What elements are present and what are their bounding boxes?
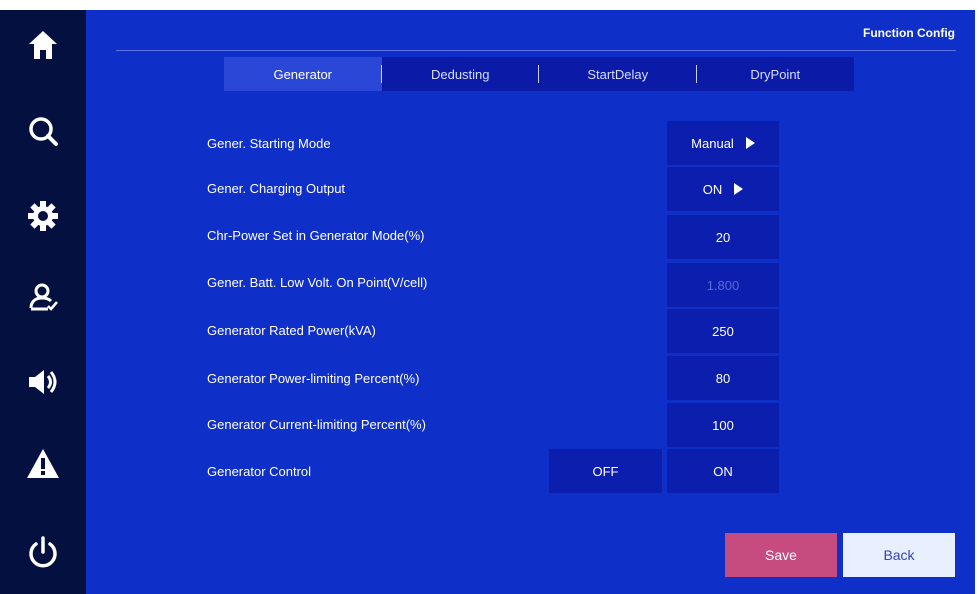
generator-on-button[interactable]: ON bbox=[667, 449, 779, 493]
sidebar bbox=[0, 10, 86, 594]
page-title: Function Config bbox=[863, 26, 955, 40]
user-icon[interactable] bbox=[20, 274, 66, 320]
play-arrow-icon bbox=[745, 137, 755, 149]
power-limiting-label: Generator Power-limiting Percent(%) bbox=[207, 371, 420, 386]
back-button[interactable]: Back bbox=[843, 533, 955, 577]
tab-drypoint[interactable]: DryPoint bbox=[697, 57, 855, 91]
current-limiting-label: Generator Current-limiting Percent(%) bbox=[207, 417, 426, 432]
batt-low-volt-input: 1.800 bbox=[667, 263, 779, 307]
back-label: Back bbox=[883, 547, 915, 563]
on-label: ON bbox=[713, 463, 733, 479]
rated-power-value: 250 bbox=[712, 323, 734, 339]
starting-mode-value: Manual bbox=[691, 135, 734, 151]
play-arrow-icon bbox=[734, 183, 744, 195]
tab-label: Generator bbox=[273, 66, 333, 82]
batt-low-volt-value: 1.800 bbox=[706, 277, 740, 293]
rated-power-label: Generator Rated Power(kVA) bbox=[207, 323, 376, 338]
tab-bar: Generator Dedusting StartDelay DryPoint bbox=[224, 57, 854, 91]
tab-label: Dedusting bbox=[430, 66, 490, 82]
save-button[interactable]: Save bbox=[725, 533, 837, 577]
tab-dedusting[interactable]: Dedusting bbox=[382, 57, 539, 91]
power-limiting-input[interactable]: 80 bbox=[667, 356, 779, 400]
rated-power-input[interactable]: 250 bbox=[667, 309, 779, 353]
current-limiting-input[interactable]: 100 bbox=[667, 403, 779, 447]
header-divider bbox=[116, 50, 956, 51]
search-icon[interactable] bbox=[20, 108, 66, 154]
settings-gear-icon[interactable] bbox=[20, 193, 66, 239]
speaker-icon[interactable] bbox=[20, 359, 66, 405]
generator-off-button[interactable]: OFF bbox=[549, 449, 662, 493]
chr-power-label: Chr-Power Set in Generator Mode(%) bbox=[207, 228, 425, 243]
generator-control-label: Generator Control bbox=[207, 464, 312, 479]
tab-generator[interactable]: Generator bbox=[224, 57, 382, 91]
tab-startdelay[interactable]: StartDelay bbox=[539, 57, 697, 91]
batt-low-volt-label: Gener. Batt. Low Volt. On Point(V/cell) bbox=[207, 275, 428, 290]
app-frame: Function Config Generator Dedusting Star… bbox=[0, 10, 975, 594]
charging-output-label: Gener. Charging Output bbox=[207, 181, 346, 196]
chr-power-value: 20 bbox=[715, 229, 731, 245]
warning-icon[interactable] bbox=[20, 441, 66, 487]
charging-output-value: ON bbox=[702, 181, 723, 197]
tab-label: StartDelay bbox=[587, 66, 649, 82]
starting-mode-label: Gener. Starting Mode bbox=[207, 136, 331, 151]
home-icon[interactable] bbox=[20, 22, 66, 68]
power-icon[interactable] bbox=[20, 530, 66, 576]
chr-power-input[interactable]: 20 bbox=[667, 215, 779, 259]
starting-mode-selector[interactable]: Manual bbox=[667, 121, 779, 165]
save-label: Save bbox=[765, 547, 797, 563]
off-label: OFF bbox=[592, 463, 619, 479]
charging-output-selector[interactable]: ON bbox=[667, 167, 779, 211]
tab-label: DryPoint bbox=[750, 66, 801, 82]
power-limiting-value: 80 bbox=[715, 370, 731, 386]
current-limiting-value: 100 bbox=[712, 417, 734, 433]
